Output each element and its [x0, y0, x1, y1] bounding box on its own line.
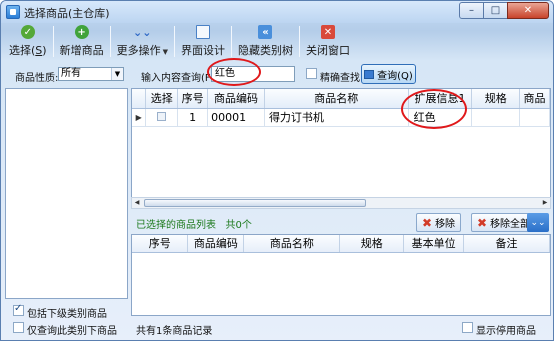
row-code: 00001: [207, 108, 265, 127]
query-button-label: 查询(Q): [377, 70, 413, 82]
column-header-code[interactable]: 商品编码: [207, 89, 265, 109]
select-button[interactable]: ✓ 选择(S): [3, 23, 53, 58]
remove-button-label: 移除: [435, 219, 456, 230]
category-select[interactable]: 所有 ▼: [58, 67, 124, 81]
ui-design-button[interactable]: 界面设计: [175, 23, 231, 58]
remove-all-button-label: 移除全部: [490, 219, 531, 230]
record-count: 共有1条商品记录: [136, 326, 213, 337]
category-label: 商品性质:: [15, 73, 59, 84]
remove-button[interactable]: ✖ 移除: [416, 213, 462, 232]
row-select-cell[interactable]: [145, 108, 179, 127]
window-title: 选择商品(主仓库): [24, 7, 110, 20]
include-subcategory-label: 包括下级类别商品: [27, 309, 107, 320]
row-name: 得力订书机: [264, 108, 409, 127]
column-header-product[interactable]: 商品: [519, 89, 550, 109]
only-this-category-checkbox[interactable]: [13, 322, 24, 333]
close-window-label: 关闭窗口: [305, 44, 350, 57]
select-product-window: 选择商品(主仓库) – □ ✕ ✓ 选择(S) + 新增商品 ⌄⌄ 更多操作 ▼ …: [0, 0, 554, 341]
column-header-index[interactable]: 序号: [177, 89, 209, 109]
app-icon: [6, 5, 20, 19]
search-icon: [364, 69, 375, 79]
category-select-value: 所有: [61, 68, 81, 79]
close-icon: ✕: [320, 25, 335, 39]
row-indicator-header: [132, 89, 147, 109]
selected-products-grid: 序号 商品编码 商品名称 规格 基本单位 备注: [131, 234, 551, 316]
status-bar: 共有1条商品记录 显示停用商品: [131, 319, 551, 337]
show-disabled-label: 显示停用商品: [476, 326, 536, 337]
add-product-label: 新增商品: [59, 44, 104, 57]
selected-column-unit[interactable]: 基本单位: [403, 235, 465, 253]
exact-search-checkbox[interactable]: [306, 68, 317, 79]
horizontal-scrollbar[interactable]: ◀ ▶: [131, 197, 551, 209]
double-chevron-down-icon: ⌄⌄: [133, 25, 152, 39]
row-pointer-icon: ▶: [132, 108, 147, 127]
column-header-ext1[interactable]: 扩展信息1: [408, 89, 473, 109]
double-chevron-down-icon[interactable]: ⌄⌄: [527, 213, 549, 232]
hide-category-tree-button[interactable]: « 隐藏类别树: [232, 23, 299, 58]
category-options: 包括下级类别商品 仅查询此类别下商品: [5, 301, 128, 339]
column-header-spec[interactable]: 规格: [471, 89, 521, 109]
selected-list-bar: 已选择的商品列表 共0个 ✖ 移除 ✖ 移除全部 ⌄⌄: [131, 211, 551, 233]
title-bar: 选择商品(主仓库) – □ ✕: [1, 1, 553, 23]
layout-icon: [195, 25, 210, 39]
row-spec: [471, 108, 521, 127]
toolbar: ✓ 选择(S) + 新增商品 ⌄⌄ 更多操作 ▼ 界面设计 « 隐藏类别树 ✕ 关…: [3, 23, 551, 60]
hide-category-tree-label: 隐藏类别树: [237, 44, 293, 57]
minimize-button[interactable]: –: [459, 2, 484, 19]
grid-header-row: 选择 序号 商品编码 商品名称 扩展信息1 规格 商品: [132, 89, 550, 109]
maximize-button[interactable]: □: [483, 2, 508, 19]
category-tree-panel[interactable]: [5, 88, 128, 299]
remove-icon: ✖: [422, 215, 433, 230]
exact-search-label: 精确查找: [320, 73, 360, 84]
selected-column-code[interactable]: 商品编码: [187, 235, 245, 253]
query-input[interactable]: 红色: [211, 66, 295, 82]
chevron-down-icon: ▼: [111, 68, 123, 80]
query-button[interactable]: 查询(Q): [361, 64, 416, 84]
select-button-label: 选择(S): [9, 44, 47, 57]
selected-column-spec[interactable]: 规格: [339, 235, 405, 253]
row-ext1: 红色: [408, 108, 473, 127]
selected-column-name[interactable]: 商品名称: [243, 235, 341, 253]
show-disabled-checkbox[interactable]: [462, 322, 473, 333]
column-header-select[interactable]: 选择: [145, 89, 179, 109]
remove-all-icon: ✖: [477, 215, 488, 230]
selected-grid-header-row: 序号 商品编码 商品名称 规格 基本单位 备注: [132, 235, 550, 253]
scroll-right-icon[interactable]: ▶: [540, 198, 550, 208]
scroll-left-icon[interactable]: ◀: [132, 198, 142, 208]
close-window-button[interactable]: ✕: [507, 2, 549, 19]
row-select-checkbox[interactable]: [157, 111, 167, 121]
plus-icon: +: [74, 25, 89, 39]
window-controls: – □ ✕: [459, 2, 549, 19]
selected-column-remark[interactable]: 备注: [463, 235, 550, 253]
selected-column-index[interactable]: 序号: [132, 235, 189, 253]
ui-design-label: 界面设计: [180, 44, 225, 57]
product-results-grid: 选择 序号 商品编码 商品名称 扩展信息1 规格 商品 ▶ 1 00001 得力…: [131, 88, 551, 208]
scrollbar-thumb[interactable]: [144, 199, 366, 207]
selected-list-title: 已选择的商品列表 共0个: [136, 220, 252, 231]
add-product-button[interactable]: + 新增商品: [54, 23, 110, 58]
column-header-name[interactable]: 商品名称: [264, 89, 409, 109]
only-this-category-label: 仅查询此类别下商品: [27, 326, 117, 337]
row-index: 1: [177, 108, 209, 127]
checkmark-icon: ✓: [20, 25, 35, 39]
row-extra: [519, 108, 550, 127]
dropdown-arrow-icon: ▼: [162, 48, 168, 56]
hide-tree-icon: «: [258, 25, 273, 39]
table-row[interactable]: ▶ 1 00001 得力订书机 红色: [132, 108, 550, 127]
more-actions-button[interactable]: ⌄⌄ 更多操作 ▼: [111, 23, 174, 58]
include-subcategory-checkbox[interactable]: [13, 303, 24, 316]
close-window-toolbar-button[interactable]: ✕ 关闭窗口: [300, 23, 356, 58]
more-actions-label: 更多操作 ▼: [116, 44, 168, 57]
